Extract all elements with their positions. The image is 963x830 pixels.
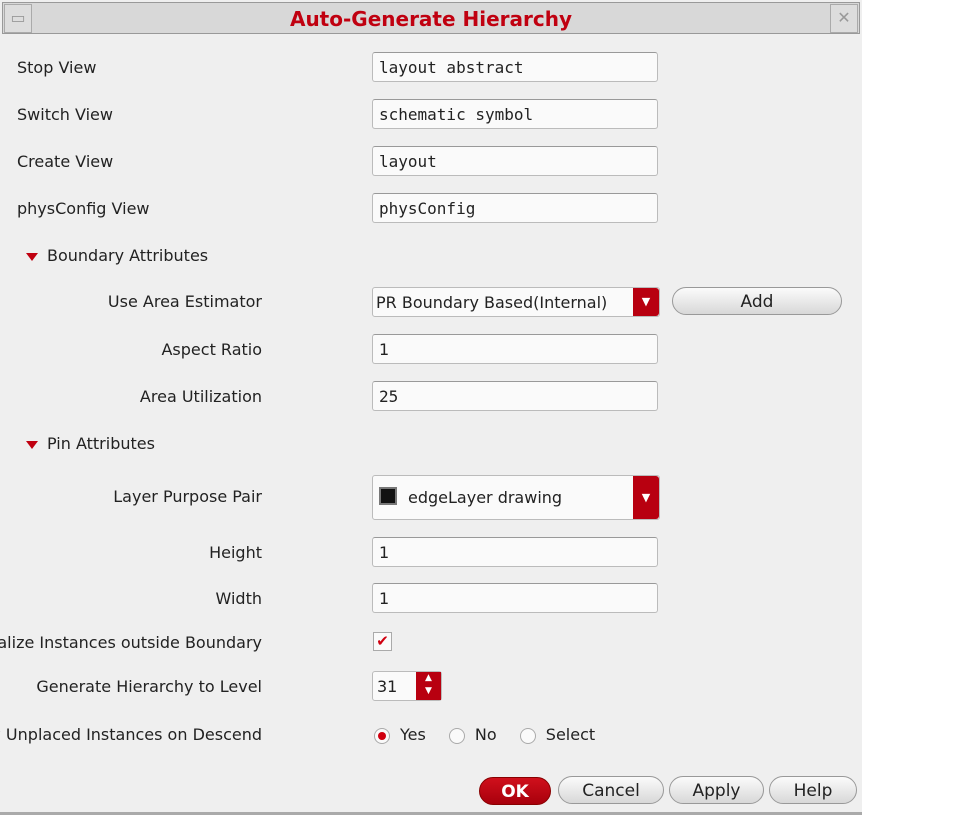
title-bar: ▭ Auto-Generate Hierarchy ✕ bbox=[2, 2, 860, 34]
init-instances-checkbox[interactable]: ✔ bbox=[373, 632, 392, 651]
width-label: Width bbox=[215, 589, 262, 608]
aspect-ratio-input[interactable]: 1 bbox=[372, 334, 658, 364]
dialog: ▭ Auto-Generate Hierarchy ✕ Stop View la… bbox=[0, 0, 862, 815]
physconfig-view-label: physConfig View bbox=[17, 199, 150, 218]
boundary-attributes-toggle[interactable]: Boundary Attributes bbox=[26, 246, 208, 265]
apply-button[interactable]: Apply bbox=[669, 776, 764, 804]
width-input[interactable]: 1 bbox=[372, 583, 658, 613]
lpp-value: edgeLayer drawing bbox=[408, 488, 563, 507]
dialog-title: Auto-Generate Hierarchy bbox=[289, 7, 573, 31]
create-view-input[interactable]: layout bbox=[372, 146, 658, 176]
show-unplaced-label: Show Unplaced Instances on Descend bbox=[0, 725, 262, 744]
radio-icon bbox=[374, 727, 390, 744]
create-view-label: Create View bbox=[17, 152, 114, 171]
area-utilization-label: Area Utilization bbox=[139, 387, 262, 406]
radio-no[interactable]: No bbox=[448, 725, 497, 744]
close-icon[interactable]: ✕ bbox=[830, 4, 858, 33]
radio-icon bbox=[519, 727, 536, 744]
radio-icon bbox=[448, 727, 465, 744]
section-label: Pin Attributes bbox=[47, 434, 155, 453]
spin-arrows-icon[interactable]: ▲ ▼ bbox=[416, 672, 441, 700]
pin-attributes-toggle[interactable]: Pin Attributes bbox=[26, 434, 155, 453]
radio-yes[interactable]: Yes bbox=[374, 725, 426, 744]
help-button[interactable]: Help bbox=[769, 776, 857, 804]
physconfig-view-input[interactable]: physConfig bbox=[372, 193, 658, 223]
height-input[interactable]: 1 bbox=[372, 537, 658, 567]
area-utilization-input[interactable]: 25 bbox=[372, 381, 658, 411]
layer-swatch-icon bbox=[379, 487, 397, 505]
expand-triangle-icon bbox=[26, 440, 38, 449]
area-estimator-value: PR Boundary Based(Internal) bbox=[376, 293, 608, 312]
height-label: Height bbox=[209, 543, 262, 562]
section-label: Boundary Attributes bbox=[47, 246, 209, 265]
radio-select[interactable]: Select bbox=[519, 725, 595, 744]
lpp-select[interactable]: edgeLayer drawing ▼ bbox=[372, 475, 660, 520]
hierarchy-level-label: Generate Hierarchy to Level bbox=[36, 677, 262, 696]
show-unplaced-radio-group: Yes No Select bbox=[374, 725, 595, 744]
init-instances-label: Initialize Instances outside Boundary bbox=[0, 633, 262, 652]
cancel-button[interactable]: Cancel bbox=[558, 776, 664, 804]
chevron-down-icon: ▼ bbox=[633, 288, 659, 316]
stop-view-label: Stop View bbox=[17, 58, 97, 77]
expand-triangle-icon bbox=[26, 252, 38, 261]
switch-view-input[interactable]: schematic symbol bbox=[372, 99, 658, 129]
area-estimator-select[interactable]: PR Boundary Based(Internal) ▼ bbox=[372, 287, 660, 317]
switch-view-label: Switch View bbox=[17, 105, 113, 124]
hierarchy-level-value: 31 bbox=[377, 677, 398, 696]
add-button[interactable]: Add bbox=[672, 287, 842, 315]
area-estimator-label: Use Area Estimator bbox=[107, 292, 262, 311]
hierarchy-level-spinbox[interactable]: 31 ▲ ▼ bbox=[372, 671, 442, 701]
lpp-label: Layer Purpose Pair bbox=[113, 487, 262, 506]
aspect-ratio-label: Aspect Ratio bbox=[161, 340, 262, 359]
ok-button[interactable]: OK bbox=[479, 777, 551, 805]
stop-view-input[interactable]: layout abstract bbox=[372, 52, 658, 82]
chevron-down-icon: ▼ bbox=[633, 476, 659, 519]
